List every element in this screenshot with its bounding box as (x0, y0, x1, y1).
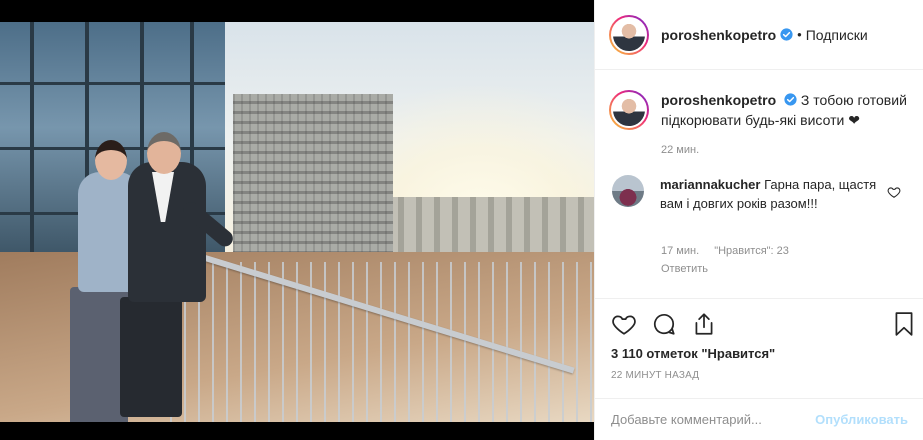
avatar[interactable] (609, 14, 649, 55)
caption-username[interactable]: poroshenkopetro (661, 92, 776, 108)
railing-posts (170, 262, 594, 422)
comment-likes[interactable]: "Нравится": 23 (714, 245, 789, 257)
share-icon[interactable] (691, 311, 717, 337)
verified-badge-icon (784, 93, 797, 106)
like-count[interactable]: 3 110 отметок "Нравится" (611, 346, 775, 361)
comment-time[interactable]: 17 мин. (661, 245, 699, 257)
header-separator: • (797, 27, 802, 42)
caption-time[interactable]: 22 мин. (661, 144, 699, 156)
post-comment-button[interactable]: Опубликовать (815, 412, 908, 427)
post-side-panel: poroshenkopetro • Подписки poroshenkopet… (594, 0, 923, 440)
caption-avatar[interactable] (609, 90, 649, 130)
post-photo[interactable] (0, 22, 594, 422)
heart-icon[interactable] (611, 311, 637, 337)
comment-icon[interactable] (651, 311, 677, 337)
comment-username[interactable]: mariannakucher (660, 177, 760, 192)
small-heart-icon[interactable] (887, 185, 901, 199)
following-button[interactable]: Подписки (806, 27, 868, 43)
caption-text-block: poroshenkopetro З тобою готовий підкорюв… (661, 90, 909, 130)
caption: poroshenkopetro З тобою готовий підкорюв… (609, 90, 909, 156)
comment-item: mariannakucher Гарна пара, щастя вам і д… (609, 175, 914, 275)
posted-ago[interactable]: 22 МИНУТ НАЗАД (611, 370, 699, 381)
bookmark-icon[interactable] (891, 311, 917, 337)
action-bar (595, 298, 923, 348)
man-figure-legs (120, 297, 182, 417)
man-head (147, 132, 181, 174)
comment-input[interactable]: Добавьте комментарий... (611, 412, 815, 427)
woman-head (95, 140, 127, 180)
comment-meta: 17 мин. "Нравится": 23 (661, 245, 801, 257)
reply-button[interactable]: Ответить (661, 263, 708, 275)
header-username[interactable]: poroshenkopetro (661, 27, 776, 43)
verified-badge-icon (780, 28, 793, 41)
comment-composer: Добавьте комментарий... Опубликовать (595, 398, 923, 440)
post-header: poroshenkopetro • Подписки (595, 0, 923, 70)
comment-avatar[interactable] (612, 175, 644, 207)
comment-body: mariannakucher Гарна пара, щастя вам і д… (660, 175, 880, 213)
